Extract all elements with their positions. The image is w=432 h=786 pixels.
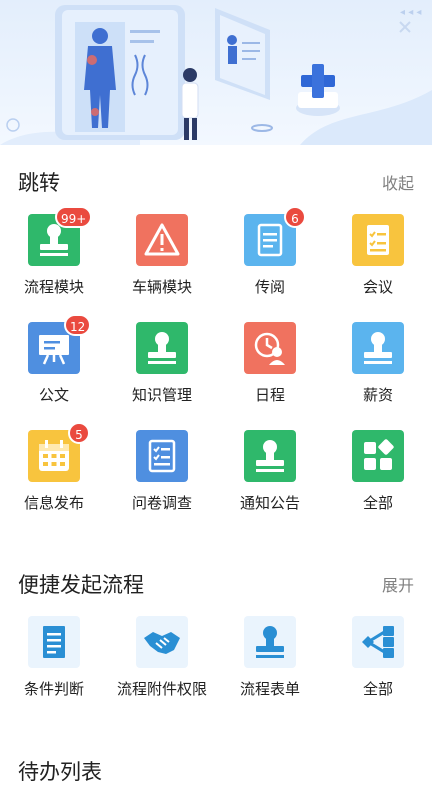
jump-tile[interactable]: 99+ 流程模块 — [0, 206, 108, 310]
grid-icon — [352, 430, 404, 482]
quick-section-title: 便捷发起流程 — [18, 573, 144, 597]
banner-illustration: ◂ ◂ ◂ — [0, 0, 432, 145]
document-lines-icon — [28, 616, 80, 668]
todo-section-title: 待办列表 — [18, 760, 102, 784]
expand-button[interactable]: 展开 — [382, 572, 414, 596]
stamp-icon — [352, 322, 404, 374]
stamp-icon — [136, 322, 188, 374]
quick-tile[interactable]: 流程表单 — [216, 616, 324, 712]
notification-badge: 12 — [64, 314, 92, 336]
jump-tile[interactable]: 知识管理 — [108, 322, 216, 418]
quick-tile-label: 全部 — [362, 680, 393, 698]
jump-tile-label: 传阅 — [254, 278, 285, 296]
jump-tile[interactable]: 5 信息发布 — [0, 422, 108, 526]
checklist-icon — [352, 214, 404, 266]
svg-text:◂ ◂ ◂: ◂ ◂ ◂ — [400, 7, 421, 18]
jump-section-title: 跳转 — [18, 171, 60, 195]
questionnaire-icon — [136, 430, 188, 482]
jump-tile[interactable]: 12 公文 — [0, 314, 108, 418]
quick-tile-label: 流程表单 — [239, 680, 300, 698]
jump-tile-label: 薪资 — [362, 386, 393, 404]
schedule-icon — [244, 322, 296, 374]
jump-tile-label: 车辆模块 — [131, 278, 192, 296]
collapse-button[interactable]: 收起 — [382, 170, 414, 194]
jump-tile[interactable]: 薪资 — [324, 322, 432, 418]
jump-tile-label: 会议 — [362, 278, 393, 296]
jump-tile-label: 日程 — [254, 386, 285, 404]
jump-tile-label: 公文 — [38, 386, 69, 404]
quick-tile[interactable]: 全部 — [324, 616, 432, 712]
stamp-icon — [244, 430, 296, 482]
jump-tile-label: 流程模块 — [23, 278, 84, 296]
jump-tile[interactable]: 车辆模块 — [108, 214, 216, 310]
jump-tile[interactable]: 会议 — [324, 214, 432, 310]
share-nodes-icon — [352, 616, 404, 668]
quick-section-header: 便捷发起流程 展开 — [0, 565, 432, 605]
quick-tile-label: 流程附件权限 — [116, 680, 207, 698]
jump-tile[interactable]: 问卷调查 — [108, 430, 216, 526]
jump-tile[interactable]: 通知公告 — [216, 430, 324, 526]
quick-tile[interactable]: 条件判断 — [0, 616, 108, 712]
jump-tile-label: 全部 — [362, 494, 393, 512]
notification-badge: 5 — [68, 422, 90, 444]
warning-icon — [136, 214, 188, 266]
jump-tile-label: 问卷调查 — [131, 494, 192, 512]
jump-tile-label: 知识管理 — [131, 386, 192, 404]
handshake-icon — [136, 616, 188, 668]
medical-illustration: ◂ ◂ ◂ — [0, 5, 432, 145]
jump-tile-label: 通知公告 — [239, 494, 300, 512]
stamp-icon — [244, 616, 296, 668]
jump-tile[interactable]: 全部 — [324, 430, 432, 526]
notification-badge: 99+ — [55, 206, 93, 228]
jump-tile[interactable]: 6 传阅 — [216, 206, 324, 310]
jump-tile[interactable]: 日程 — [216, 322, 324, 418]
quick-tile[interactable]: 流程附件权限 — [108, 616, 216, 712]
quick-tile-label: 条件判断 — [23, 680, 84, 698]
jump-section-header: 跳转 收起 — [0, 163, 432, 203]
notification-badge: 6 — [284, 206, 306, 228]
jump-tile-label: 信息发布 — [23, 494, 84, 512]
